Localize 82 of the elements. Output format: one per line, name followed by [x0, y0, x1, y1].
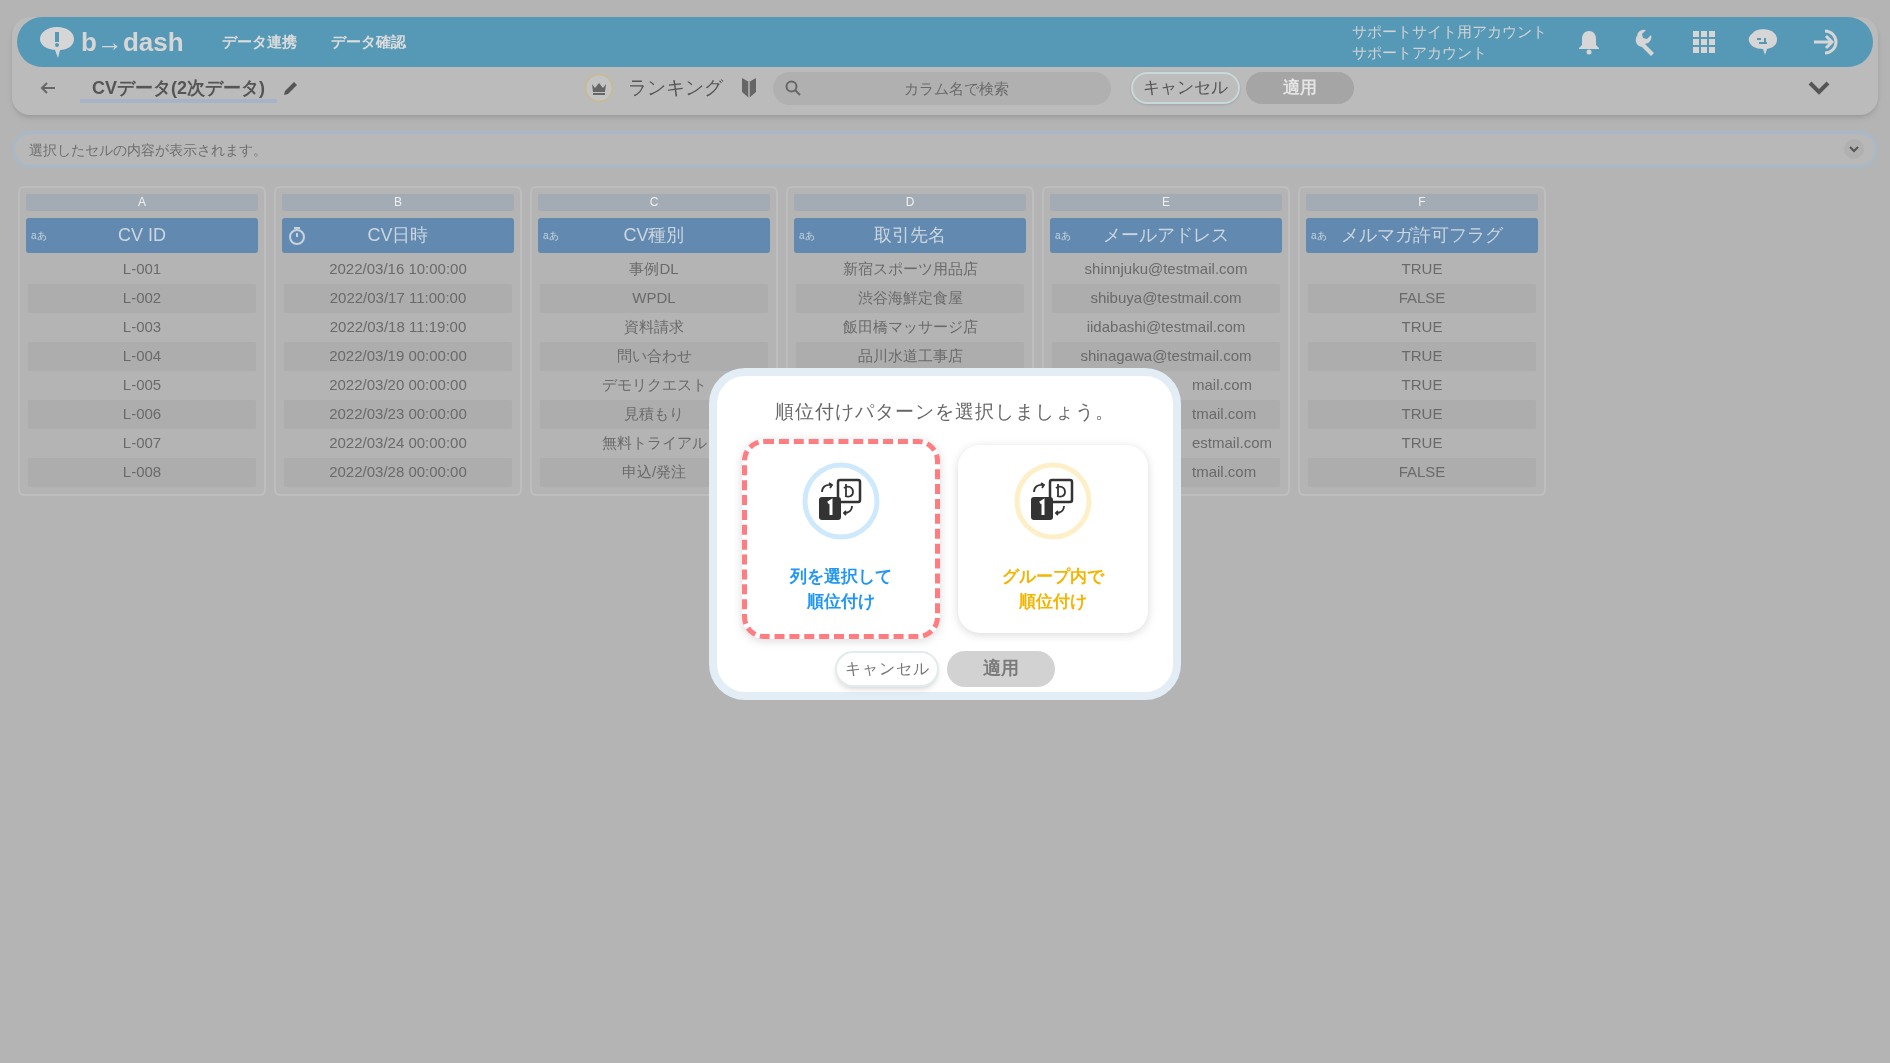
- logo-text: b→dash: [81, 25, 184, 59]
- column-letter: D: [794, 194, 1026, 211]
- table-cell-text: TRUE: [1400, 375, 1444, 396]
- table-cell-text: 飯田橋マッサージ店: [841, 317, 979, 338]
- column-header[interactable]: aあ CV ID: [26, 218, 258, 253]
- table-cell: FALSE: [1308, 284, 1536, 313]
- column-header[interactable]: aあ メルマガ許可フラグ: [1306, 218, 1538, 253]
- table-cell: shinagawa@testmail.com: [1052, 342, 1280, 371]
- cancel-button[interactable]: キャンセル: [835, 650, 939, 687]
- text-type-icon: aあ: [31, 228, 47, 243]
- table-cell-text: shinnjuku@testmail.com: [1083, 259, 1249, 280]
- column-header[interactable]: CV日時: [282, 218, 514, 253]
- grid-icon[interactable]: [1693, 31, 1715, 53]
- account-name: サポートアカウント: [1352, 43, 1488, 63]
- column-header[interactable]: aあ 取引先名: [794, 218, 1026, 253]
- table-cell: FALSE: [1308, 458, 1536, 487]
- table-cell: 2022/03/28 00:00:00: [284, 458, 512, 487]
- table-cell: 2022/03/19 00:00:00: [284, 342, 512, 371]
- table-cell-text: L-005: [121, 375, 163, 396]
- nav-link[interactable]: データ確認: [330, 30, 406, 54]
- search-field[interactable]: カラム名で検索: [773, 71, 1111, 105]
- text-type-icon: aあ: [1055, 228, 1071, 243]
- crown-icon[interactable]: [584, 73, 614, 103]
- table-cell-text: L-003: [121, 317, 163, 338]
- table-cell: 2022/03/23 00:00:00: [284, 400, 512, 429]
- table-cell-text: 新宿スポーツ用品店: [841, 259, 979, 280]
- table-cell-text: 無料トライアル: [600, 433, 708, 454]
- table-cell-text: 資料請求: [623, 317, 685, 338]
- table-cell-text: 2022/03/16 10:00:00: [328, 259, 468, 280]
- nav-link[interactable]: データ連携: [221, 30, 297, 54]
- table-cell: WPDL: [540, 284, 768, 313]
- stopwatch-icon: [288, 226, 306, 245]
- table-cell: shibuya@testmail.com: [1052, 284, 1280, 313]
- table-cell-text: mail.com: [1191, 375, 1253, 396]
- chevron-down-icon[interactable]: [1808, 81, 1830, 95]
- search-icon: [785, 79, 801, 96]
- table-cell: 2022/03/17 11:00:00: [284, 284, 512, 313]
- dataset-title: CVデータ(2次データ): [80, 77, 277, 103]
- table-cell: TRUE: [1308, 400, 1536, 429]
- table-cell-text: 2022/03/24 00:00:00: [328, 433, 468, 454]
- beginner-mark-icon: [741, 77, 757, 99]
- ranking-option-card[interactable]: 列を選択して順位付け: [742, 438, 940, 639]
- text-type-icon: aあ: [543, 228, 559, 243]
- table-cell-text: estmail.com: [1191, 433, 1274, 454]
- account-site-label: サポートサイト用アカウント: [1352, 22, 1547, 42]
- column-header[interactable]: aあ メールアドレス: [1050, 218, 1282, 253]
- text-type-icon: aあ: [799, 228, 815, 243]
- column-header[interactable]: aあ CV種別: [538, 218, 770, 253]
- column-letter: B: [282, 194, 514, 211]
- table-cell: L-004: [28, 342, 256, 371]
- table-cell-text: TRUE: [1400, 259, 1444, 280]
- table-cell: 問い合わせ: [540, 342, 768, 371]
- column-letter: C: [538, 194, 770, 211]
- cancel-button[interactable]: キャンセル: [1131, 72, 1240, 104]
- bell-icon[interactable]: [1577, 29, 1601, 55]
- column-letter: F: [1306, 194, 1538, 211]
- ranking-option-card[interactable]: グループ内で順位付け: [958, 444, 1148, 633]
- table-cell-text: L-001: [121, 259, 163, 280]
- table-cell-text: TRUE: [1400, 433, 1444, 454]
- logo-icon: [37, 25, 77, 59]
- rank-swap-icon: [1014, 461, 1092, 540]
- table-cell: L-006: [28, 400, 256, 429]
- table-cell-text: デモリクエスト: [600, 375, 708, 396]
- table-cell-text: 2022/03/20 00:00:00: [328, 375, 468, 396]
- table-cell: L-008: [28, 458, 256, 487]
- table-cell-text: 事例DL: [628, 259, 680, 280]
- back-arrow-icon[interactable]: [40, 81, 56, 95]
- table-cell-text: iidabashi@testmail.com: [1085, 317, 1247, 338]
- column-letter: E: [1050, 194, 1282, 211]
- table-cell: TRUE: [1308, 342, 1536, 371]
- column-letter: A: [26, 194, 258, 211]
- table-cell: L-002: [28, 284, 256, 313]
- text-type-icon: aあ: [1311, 228, 1327, 243]
- rank-swap-icon: [802, 461, 880, 540]
- table-cell-text: TRUE: [1400, 317, 1444, 338]
- table-cell: 渋谷海鮮定食屋: [796, 284, 1024, 313]
- ranking-label: ランキング: [628, 75, 723, 100]
- table-cell-text: 2022/03/18 11:19:00: [328, 317, 468, 338]
- table-cell-text: L-007: [121, 433, 163, 454]
- cell-content-field[interactable]: 選択したセルの内容が表示されます。: [12, 131, 1878, 168]
- chevron-down-icon[interactable]: [1844, 139, 1864, 159]
- pencil-icon[interactable]: [283, 80, 299, 96]
